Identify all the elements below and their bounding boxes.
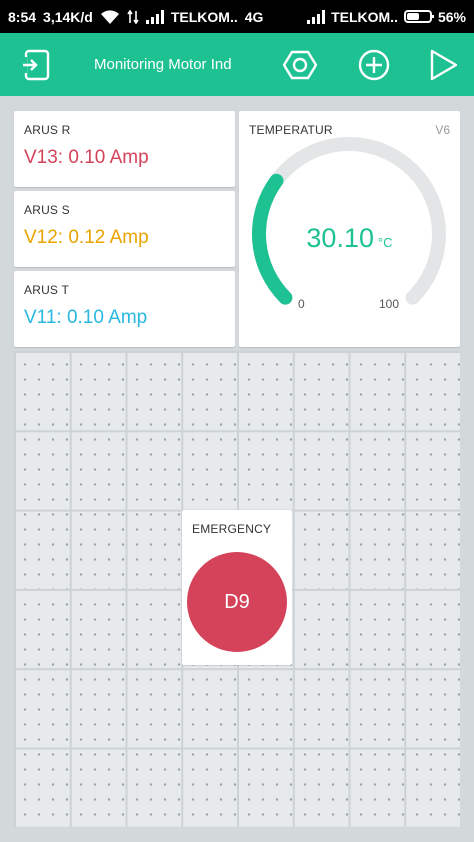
- status-time: 8:54: [8, 8, 37, 25]
- widget-label: ARUS T: [24, 283, 69, 297]
- status-speed: 3,14K/d: [43, 8, 93, 25]
- widget-value: V11: 0.10 Amp: [24, 307, 148, 328]
- project-title: Monitoring Motor Ind: [94, 56, 232, 73]
- widget-label: EMERGENCY: [192, 522, 272, 536]
- wifi-icon: [100, 9, 119, 24]
- carrier-1: TELKOM..: [170, 8, 238, 25]
- data-transfer-icon: [127, 9, 139, 24]
- play-icon[interactable]: [426, 48, 460, 82]
- network-type: 4G: [244, 8, 264, 25]
- widget-value: V13: 0.10 Amp: [24, 147, 149, 168]
- gauge-widget-temperatur[interactable]: TEMPERATUR V6 30.10 °C 0 100: [239, 111, 460, 347]
- emergency-button[interactable]: D9: [187, 552, 287, 652]
- carrier-2: TELKOM..: [331, 8, 398, 25]
- signal-icon: [307, 9, 326, 24]
- value-widget-arus-r[interactable]: ARUS R V13: 0.10 Amp: [14, 111, 235, 187]
- widget-value: V12: 0.12 Amp: [24, 227, 149, 248]
- status-bar: 8:54 3,14K/d TELKOM.. 4G TELKOM.. 56%: [0, 0, 474, 33]
- add-widget-icon[interactable]: [357, 48, 391, 82]
- settings-nut-icon[interactable]: [283, 48, 317, 82]
- gauge-value: 30.10: [306, 223, 374, 253]
- back-to-projects-icon[interactable]: [20, 48, 54, 82]
- gauge-readout: 30.10 °C: [239, 223, 460, 254]
- value-widget-arus-t[interactable]: ARUS T V11: 0.10 Amp: [14, 271, 235, 347]
- gauge-max: 100: [379, 297, 400, 311]
- widget-label: ARUS R: [24, 123, 71, 137]
- battery-icon: [403, 10, 434, 23]
- gauge-track: [252, 137, 446, 305]
- signal-icon: [145, 9, 164, 24]
- gauge-min: 0: [298, 297, 305, 311]
- battery-percent: 56%: [437, 8, 466, 25]
- gauge-unit: °C: [377, 235, 393, 250]
- value-widget-arus-s[interactable]: ARUS S V12: 0.12 Amp: [14, 191, 235, 267]
- button-widget-emergency[interactable]: EMERGENCY D9: [182, 510, 292, 665]
- app-bar: Monitoring Motor Ind: [0, 33, 474, 96]
- widget-label: ARUS S: [24, 203, 70, 217]
